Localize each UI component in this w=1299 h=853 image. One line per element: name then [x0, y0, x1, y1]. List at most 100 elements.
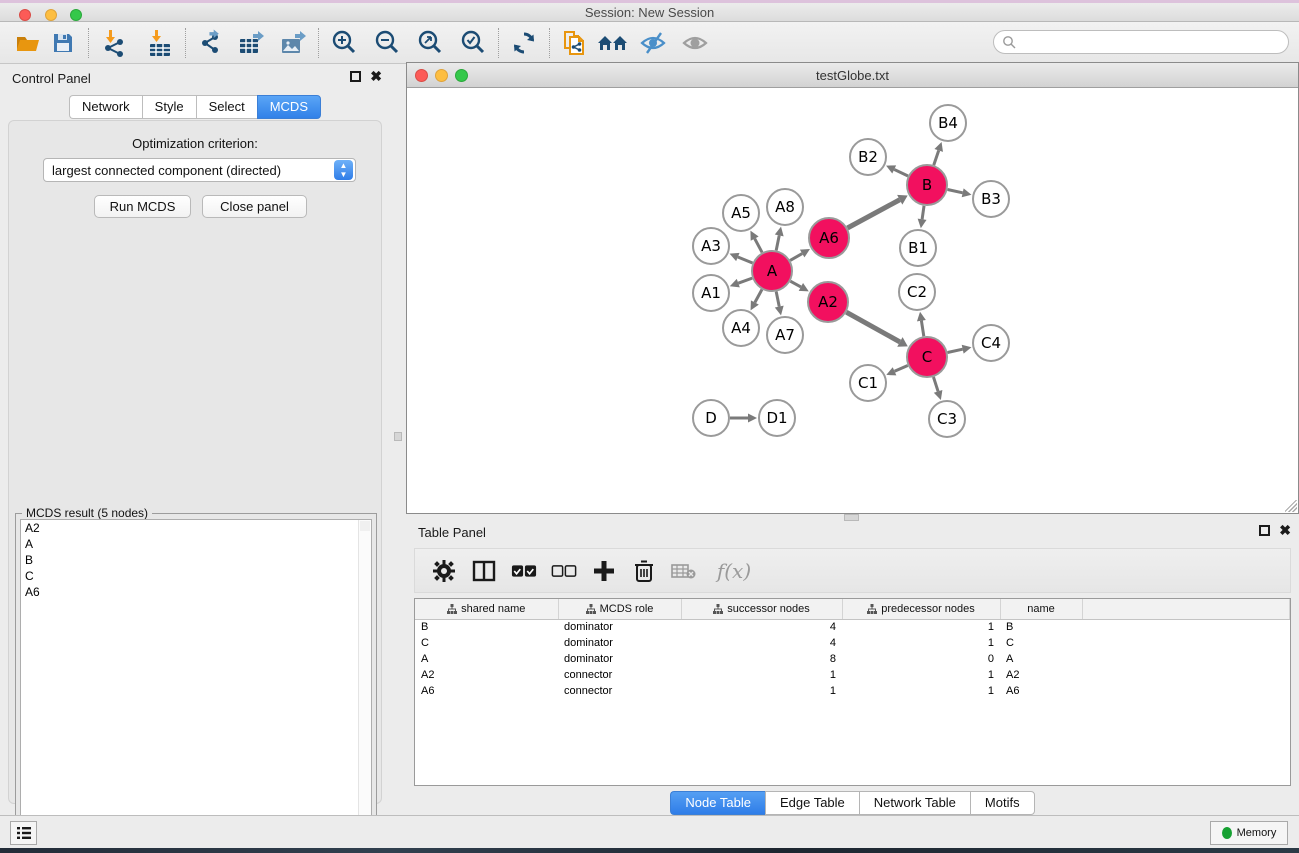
graph-node-A5[interactable]: A5 [723, 195, 759, 231]
network-window-titlebar[interactable]: testGlobe.txt [407, 63, 1298, 88]
graph-node-B3[interactable]: B3 [973, 181, 1009, 217]
table-row[interactable]: Bdominator41B [415, 619, 1290, 635]
column-header-shared-name[interactable]: shared name [415, 599, 558, 619]
table-options-icon[interactable] [431, 558, 457, 584]
graph-edge-A-A8[interactable] [776, 235, 779, 250]
search-field[interactable] [993, 30, 1289, 54]
graph-edge-A6-B[interactable] [847, 200, 899, 228]
cell-shared-name[interactable]: B [415, 619, 558, 635]
column-header-MCDS-role[interactable]: MCDS role [558, 599, 681, 619]
search-input[interactable] [1016, 35, 1288, 49]
float-panel-icon[interactable] [1259, 525, 1270, 536]
close-panel-icon[interactable]: ✖ [370, 71, 382, 82]
graph-node-C1[interactable]: C1 [850, 365, 886, 401]
graph-node-A7[interactable]: A7 [767, 317, 803, 353]
cell-MCDS-role[interactable]: dominator [558, 651, 681, 667]
mcds-result-item[interactable]: C [21, 568, 371, 584]
cell-predecessor-nodes[interactable]: 1 [842, 635, 1000, 651]
export-network-icon[interactable] [194, 27, 228, 59]
graph-edge-C-C3[interactable] [933, 377, 938, 391]
float-panel-icon[interactable] [350, 71, 361, 82]
graph-edge-C-C4[interactable] [948, 349, 963, 352]
splitter-handle[interactable] [844, 514, 859, 521]
tab-select[interactable]: Select [196, 95, 257, 119]
run-mcds-button[interactable]: Run MCDS [94, 195, 191, 218]
vertical-splitter[interactable] [390, 64, 406, 815]
cell-MCDS-role[interactable]: connector [558, 683, 681, 699]
cell-successor-nodes[interactable]: 1 [681, 683, 842, 699]
import-network-icon[interactable] [97, 27, 131, 59]
mcds-result-item[interactable]: A6 [21, 584, 371, 600]
resize-grip-icon[interactable] [1285, 500, 1297, 512]
graph-node-C4[interactable]: C4 [973, 325, 1009, 361]
network-canvas[interactable]: AA1A3A5A8A4A7A6A2BB1B2B3B4CC1C2C3C4DD1 [407, 89, 1298, 513]
close-panel-icon[interactable]: ✖ [1279, 525, 1291, 536]
cell-predecessor-nodes[interactable]: 1 [842, 683, 1000, 699]
task-history-button[interactable] [10, 821, 37, 845]
cell-successor-nodes[interactable]: 4 [681, 619, 842, 635]
graph-node-D[interactable]: D [693, 400, 729, 436]
import-table-icon[interactable] [143, 27, 177, 59]
horizontal-splitter[interactable] [406, 514, 1299, 521]
cell-MCDS-role[interactable]: dominator [558, 619, 681, 635]
mcds-result-item[interactable]: A [21, 536, 371, 552]
zoom-out-icon[interactable] [370, 27, 404, 59]
scrollbar-track[interactable] [358, 520, 371, 845]
cell-name[interactable]: A6 [1000, 683, 1082, 699]
table-row[interactable]: Cdominator41C [415, 635, 1290, 651]
splitter-handle[interactable] [394, 432, 402, 441]
zoom-selected-icon[interactable] [456, 27, 490, 59]
home-pair-icon[interactable] [596, 27, 630, 59]
deselect-all-columns-icon[interactable] [551, 558, 577, 584]
graph-edge-B-B1[interactable] [922, 206, 924, 220]
tab-motifs[interactable]: Motifs [970, 791, 1035, 815]
graph-node-A1[interactable]: A1 [693, 275, 729, 311]
cell-successor-nodes[interactable]: 4 [681, 635, 842, 651]
graph-node-A2[interactable]: A2 [808, 282, 848, 322]
cell-successor-nodes[interactable]: 1 [681, 667, 842, 683]
graph-node-A3[interactable]: A3 [693, 228, 729, 264]
graph-edge-A-A4[interactable] [755, 289, 762, 302]
close-panel-button[interactable]: Close panel [202, 195, 307, 218]
graph-node-B1[interactable]: B1 [900, 230, 936, 266]
table-row[interactable]: A6connector11A6 [415, 683, 1290, 699]
add-row-icon[interactable] [591, 558, 617, 584]
graph-edge-A-A2[interactable] [790, 281, 801, 287]
mcds-result-item[interactable]: B [21, 552, 371, 568]
graph-node-A4[interactable]: A4 [723, 310, 759, 346]
graph-node-B2[interactable]: B2 [850, 139, 886, 175]
export-table-icon[interactable] [234, 27, 268, 59]
zoom-fit-icon[interactable] [413, 27, 447, 59]
graph-edge-B-B2[interactable] [894, 169, 908, 176]
graph-node-A6[interactable]: A6 [809, 218, 849, 258]
show-columns-icon[interactable] [471, 558, 497, 584]
refresh-icon[interactable] [507, 27, 541, 59]
graph-edge-A-A3[interactable] [738, 257, 753, 263]
cell-name[interactable]: C [1000, 635, 1082, 651]
node-table[interactable]: shared nameMCDS rolesuccessor nodesprede… [414, 598, 1291, 786]
open-session-icon[interactable] [12, 27, 46, 59]
graph-node-A[interactable]: A [752, 251, 792, 291]
graph-node-C2[interactable]: C2 [899, 274, 935, 310]
graph-edge-C-C1[interactable] [895, 365, 908, 371]
tab-network-table[interactable]: Network Table [859, 791, 970, 815]
cell-predecessor-nodes[interactable]: 0 [842, 651, 1000, 667]
memory-button[interactable]: Memory [1210, 821, 1288, 845]
table-row[interactable]: A2connector11A2 [415, 667, 1290, 683]
cell-successor-nodes[interactable]: 8 [681, 651, 842, 667]
cell-name[interactable]: A [1000, 651, 1082, 667]
graph-node-C[interactable]: C [907, 337, 947, 377]
export-image-icon[interactable] [276, 27, 310, 59]
graph-edge-C-C2[interactable] [921, 321, 923, 337]
graph-node-B[interactable]: B [907, 165, 947, 205]
graph-edge-B-B3[interactable] [948, 189, 963, 192]
mcds-result-list[interactable]: A2ABCA6 [20, 519, 372, 846]
hide-unselected-icon[interactable] [636, 27, 670, 59]
cell-shared-name[interactable]: A [415, 651, 558, 667]
criterion-select[interactable]: largest connected component (directed) ▲… [43, 158, 356, 182]
tab-node-table[interactable]: Node Table [670, 791, 765, 815]
graph-node-B4[interactable]: B4 [930, 105, 966, 141]
graph-edge-A-A6[interactable] [790, 254, 802, 261]
clone-network-icon[interactable] [558, 27, 592, 59]
column-header-successor-nodes[interactable]: successor nodes [681, 599, 842, 619]
